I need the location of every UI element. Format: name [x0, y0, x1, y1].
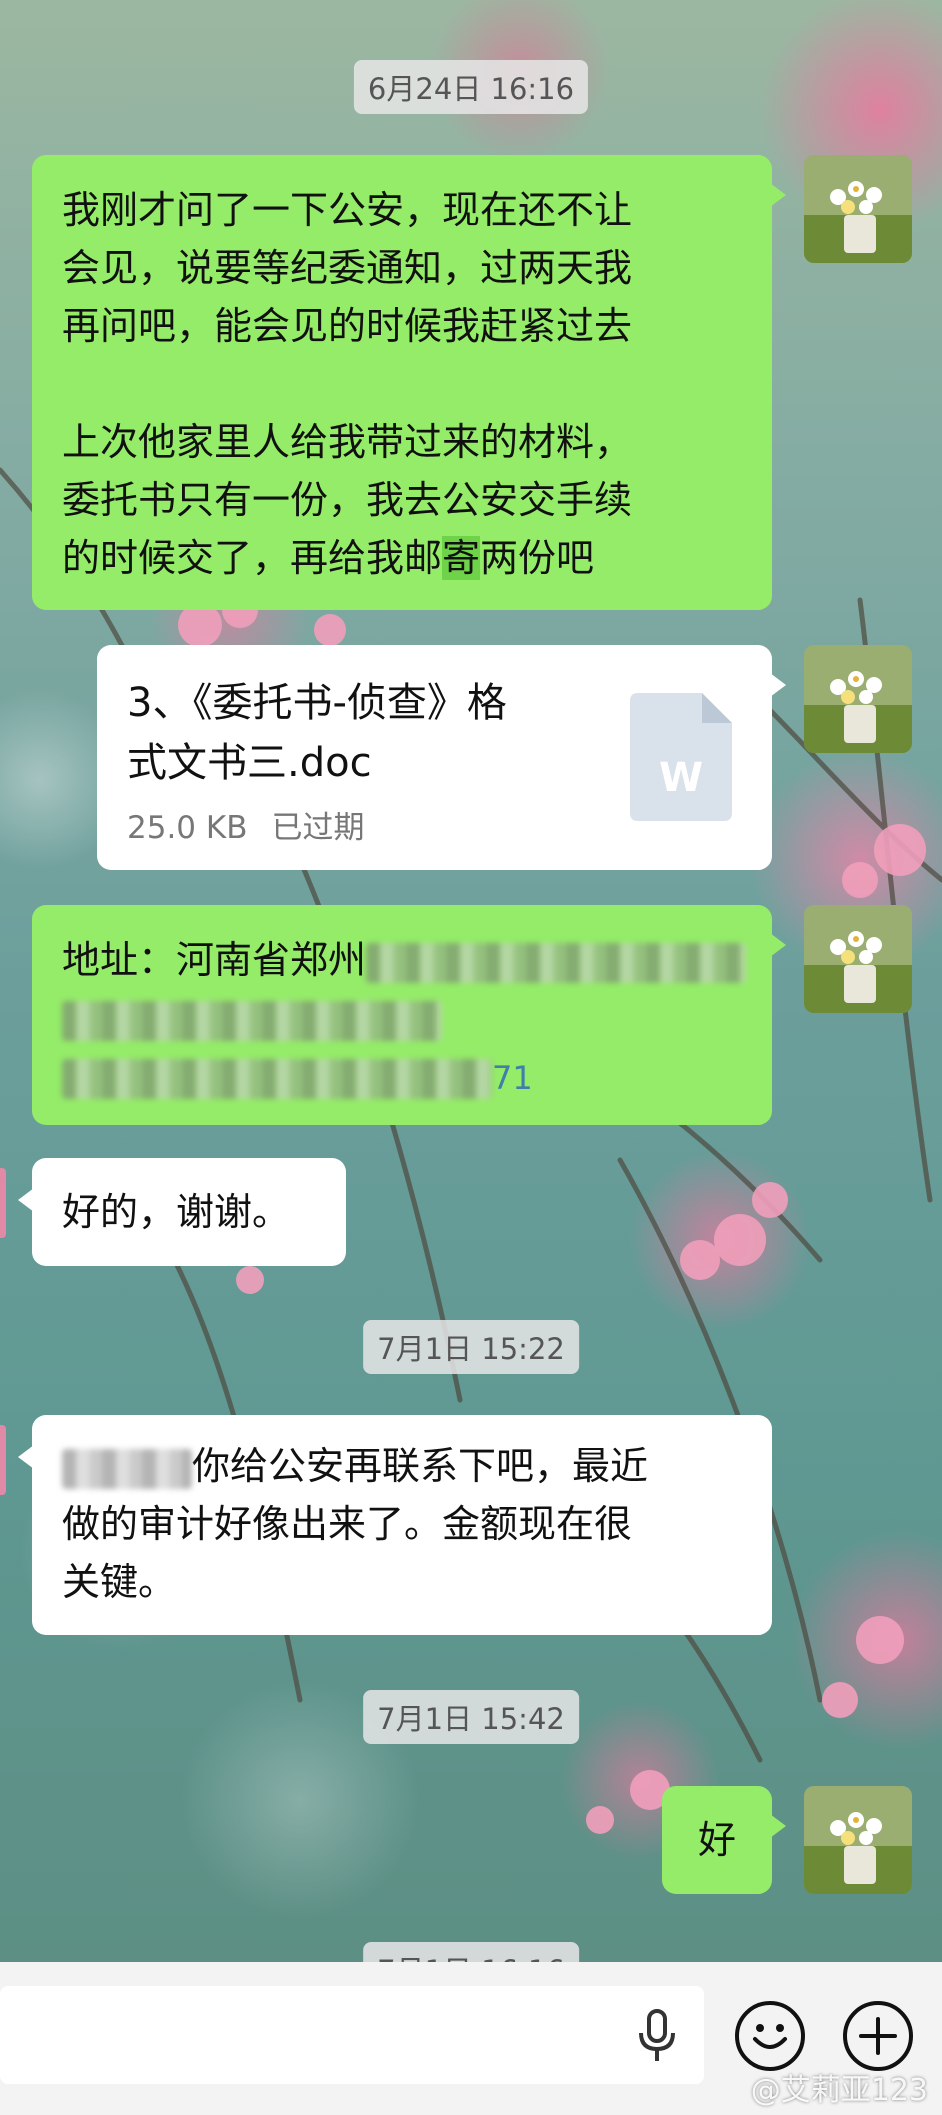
emoji-icon[interactable] — [735, 2001, 805, 2071]
plus-icon[interactable] — [843, 2001, 913, 2071]
redacted-text — [62, 1058, 492, 1099]
word-doc-icon: W — [630, 693, 732, 821]
message-line: 你给公安再联系下吧，最近 — [62, 1437, 742, 1495]
message-line: 再问吧，能会见的时候我赶紧过去 — [62, 304, 633, 348]
message-line: 委托书只有一份，我去公安交手续 — [62, 478, 633, 522]
message-text: 71 — [492, 1059, 533, 1097]
received-message-bubble[interactable]: 你给公安再联系下吧，最近 做的审计好像出来了。金额现在很 关键。 — [18, 1415, 772, 1635]
message-line — [62, 989, 742, 1047]
message-text: 的时候交了，再给我邮 — [62, 536, 443, 580]
file-message-card[interactable]: 3、《委托书-侦查》格 式文书三.doc 25.0 KB 已过期 W — [97, 645, 786, 870]
flower-vase-icon — [804, 1786, 912, 1894]
timestamp: 7月1日 16:16 — [363, 1942, 579, 1962]
file-size: 25.0 KB — [127, 810, 248, 846]
message-line: 会见，说要等纪委通知，过两天我 — [62, 246, 633, 290]
timestamp: 7月1日 15:22 — [363, 1320, 579, 1374]
message-line: 关键。 — [62, 1560, 177, 1604]
redacted-text — [366, 942, 747, 983]
flower-vase-icon — [804, 905, 912, 1013]
contact-avatar[interactable] — [0, 1425, 6, 1495]
contact-avatar[interactable] — [0, 1168, 6, 1238]
received-message-bubble[interactable]: 好的，谢谢。 — [18, 1158, 346, 1266]
sent-message-bubble[interactable]: 好 — [662, 1786, 786, 1894]
message-input[interactable] — [0, 1986, 704, 2084]
my-avatar[interactable] — [804, 645, 912, 753]
selected-character: 寄 — [442, 536, 481, 580]
message-line: 上次他家里人给我带过来的材料， — [62, 420, 633, 464]
my-avatar[interactable] — [804, 155, 912, 263]
timestamp: 7月1日 15:42 — [363, 1690, 579, 1744]
message-line: 71 — [62, 1047, 742, 1107]
timestamp: 6月24日 16:16 — [353, 60, 589, 114]
message-line: 我刚才问了一下公安，现在还不让 — [62, 188, 633, 232]
message-text: 地址：河南省郑州 — [62, 938, 367, 982]
redacted-text — [62, 1448, 192, 1489]
chat-area[interactable]: 6月24日 16:16 我刚才问了一下公安，现在还不让 会见，说要等纪委通知，过… — [0, 0, 942, 1962]
message-text: 好 — [697, 1818, 736, 1862]
my-avatar[interactable] — [804, 1786, 912, 1894]
message-line: 做的审计好像出来了。金额现在很 — [62, 1502, 633, 1546]
message-line: 地址：河南省郑州 — [62, 931, 747, 989]
file-status: 已过期 — [271, 810, 365, 846]
word-doc-letter: W — [658, 755, 704, 801]
redacted-text — [62, 1000, 442, 1041]
message-line: 的时候交了，再给我邮寄两份吧 — [62, 529, 742, 587]
flower-vase-icon — [804, 155, 912, 263]
message-text: 你给公安再联系下吧，最近 — [192, 1444, 649, 1488]
sent-message-bubble[interactable]: 地址：河南省郑州 71 — [32, 905, 786, 1125]
message-text: 好的，谢谢。 — [62, 1190, 291, 1234]
flower-vase-icon — [804, 645, 912, 753]
input-bar: @艾莉亚123 — [0, 1962, 942, 2115]
watermark: @艾莉亚123 — [750, 2073, 928, 2108]
message-text: 两份吧 — [480, 536, 595, 580]
my-avatar[interactable] — [804, 905, 912, 1013]
sent-message-bubble[interactable]: 我刚才问了一下公安，现在还不让 会见，说要等纪委通知，过两天我 再问吧，能会见的… — [32, 155, 786, 610]
microphone-icon[interactable] — [632, 2009, 682, 2063]
